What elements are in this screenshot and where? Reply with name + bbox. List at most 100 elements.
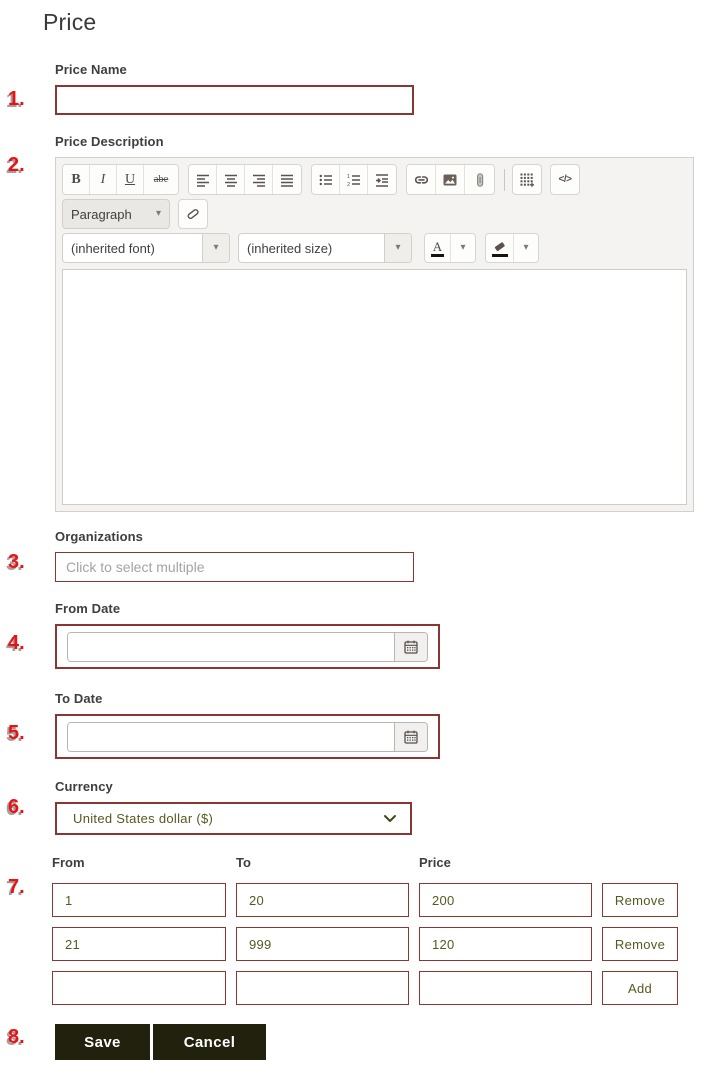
annotation-5: 5.	[8, 722, 25, 745]
price-name-input[interactable]	[55, 85, 414, 115]
tier-to-input[interactable]	[236, 883, 409, 917]
align-right-button[interactable]	[245, 165, 273, 194]
attachment-button[interactable]	[465, 165, 494, 194]
numbered-list-button[interactable]: 12	[340, 165, 368, 194]
to-date-section: 5. To Date	[55, 691, 695, 759]
currency-section: 6. Currency United States dollar ($)	[55, 779, 695, 835]
insert-group	[406, 164, 495, 195]
alignment-group	[188, 164, 302, 195]
cancel-button[interactable]: Cancel	[153, 1024, 266, 1060]
organizations-input[interactable]	[55, 552, 414, 582]
text-color-dropdown-button[interactable]: ▾	[451, 234, 475, 262]
tier-to-input[interactable]	[236, 971, 409, 1005]
text-style-group: B I U abe	[62, 164, 179, 195]
price-name-label: Price Name	[55, 62, 695, 77]
svg-text:1: 1	[347, 174, 350, 180]
editor-content-area[interactable]	[62, 269, 687, 505]
page-title: Price	[43, 9, 695, 36]
from-date-calendar-button[interactable]	[394, 633, 427, 661]
tier-from-input[interactable]	[52, 927, 226, 961]
clear-format-button[interactable]	[178, 199, 208, 229]
table-grid-icon	[519, 172, 535, 188]
currency-select[interactable]: United States dollar ($)	[55, 802, 412, 835]
from-date-section: 4. From Date	[55, 601, 695, 669]
to-date-calendar-button[interactable]	[394, 723, 427, 751]
background-color-button[interactable]	[486, 234, 514, 262]
price-column-header: Price	[419, 855, 592, 870]
annotation-6: 6.	[8, 796, 25, 819]
eraser-icon	[185, 206, 201, 222]
link-button[interactable]	[407, 165, 436, 194]
text-color-group: A ▾	[424, 233, 476, 263]
highlight-icon	[492, 240, 508, 257]
table-row: Remove	[52, 927, 695, 961]
toolbar-separator	[504, 169, 505, 191]
font-size-combo[interactable]: (inherited size) ▾	[238, 233, 412, 263]
font-family-combo[interactable]: (inherited font) ▾	[62, 233, 230, 263]
background-color-group: ▾	[485, 233, 539, 263]
price-tiers-section: 7. From To Price Remove Remove Add	[55, 855, 695, 1005]
align-center-button[interactable]	[217, 165, 245, 194]
strikethrough-button[interactable]: abe	[144, 165, 178, 194]
chevron-down-icon: ▾	[384, 234, 411, 262]
list-group: 12	[311, 164, 397, 195]
annotation-4: 4.	[8, 632, 25, 655]
to-date-input[interactable]	[68, 723, 394, 751]
annotation-8: 8.	[8, 1026, 25, 1049]
font-size-value: (inherited size)	[239, 234, 384, 262]
bullet-list-button[interactable]	[312, 165, 340, 194]
align-justify-button[interactable]	[273, 165, 301, 194]
bullet-list-icon	[318, 172, 334, 188]
align-left-icon	[195, 172, 211, 188]
from-date-input-wrap	[67, 632, 428, 662]
background-color-dropdown-button[interactable]: ▾	[514, 234, 538, 262]
image-button[interactable]	[436, 165, 465, 194]
remove-row-button[interactable]: Remove	[602, 927, 678, 961]
underline-button[interactable]: U	[117, 165, 144, 194]
source-code-button[interactable]: </>	[550, 164, 580, 195]
chevron-down-icon: ▾	[156, 209, 161, 219]
image-icon	[442, 172, 458, 188]
from-date-label: From Date	[55, 601, 695, 616]
tier-from-input[interactable]	[52, 883, 226, 917]
to-date-widget	[55, 714, 440, 759]
align-left-button[interactable]	[189, 165, 217, 194]
price-name-section: 1. Price Name	[55, 62, 695, 115]
annotation-3: 3.	[8, 551, 25, 574]
price-description-section: 2. Price Description B I U abe	[55, 134, 695, 512]
align-center-icon	[223, 172, 239, 188]
add-row-button[interactable]: Add	[602, 971, 678, 1005]
from-date-widget	[55, 624, 440, 669]
calendar-icon	[403, 639, 419, 655]
table-row: Remove	[52, 883, 695, 917]
tier-from-input[interactable]	[52, 971, 226, 1005]
indent-button[interactable]	[368, 165, 396, 194]
price-description-label: Price Description	[55, 134, 695, 149]
italic-button[interactable]: I	[90, 165, 117, 194]
to-date-input-wrap	[67, 722, 428, 752]
price-form-page: Price 1. Price Name 2. Price Description…	[0, 0, 715, 1060]
font-family-value: (inherited font)	[63, 234, 202, 262]
remove-row-button[interactable]: Remove	[602, 883, 678, 917]
tier-price-input[interactable]	[419, 927, 592, 961]
editor-toolbar-row-2: Paragraph ▾	[62, 199, 687, 229]
paragraph-format-value: Paragraph	[71, 207, 132, 222]
to-date-label: To Date	[55, 691, 695, 706]
table-row: Add	[52, 971, 695, 1005]
text-color-button[interactable]: A	[425, 234, 451, 262]
rich-text-editor: B I U abe	[55, 157, 694, 512]
indent-icon	[374, 172, 390, 188]
organizations-label: Organizations	[55, 529, 695, 544]
save-button[interactable]: Save	[55, 1024, 150, 1060]
tier-price-input[interactable]	[419, 883, 592, 917]
paragraph-format-dropdown[interactable]: Paragraph ▾	[62, 199, 170, 229]
tier-price-input[interactable]	[419, 971, 592, 1005]
from-column-header: From	[52, 855, 226, 870]
bold-button[interactable]: B	[63, 165, 90, 194]
link-icon	[413, 172, 430, 188]
from-date-input[interactable]	[68, 633, 394, 661]
tier-to-input[interactable]	[236, 927, 409, 961]
currency-selected-value: United States dollar ($)	[73, 811, 213, 826]
form-actions: 8. Save Cancel	[55, 1024, 695, 1060]
insert-table-button[interactable]	[512, 164, 542, 195]
